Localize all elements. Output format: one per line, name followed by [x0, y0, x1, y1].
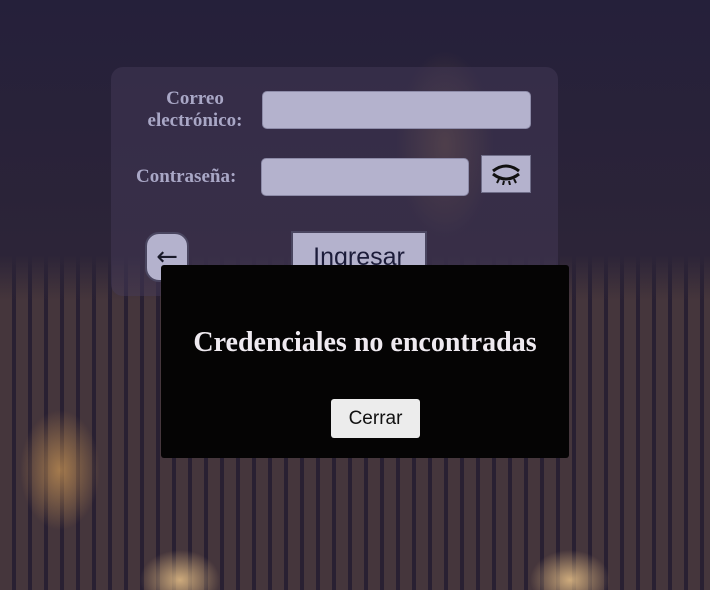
email-label-line2: electrónico:: [147, 110, 243, 131]
email-label-line1: Correo: [166, 88, 224, 109]
email-label: Correo electrónico:: [140, 88, 250, 132]
modal-message: Credenciales no encontradas: [193, 327, 537, 358]
email-input[interactable]: [262, 91, 531, 129]
password-input[interactable]: [261, 158, 469, 196]
eye-closed-icon: [492, 164, 520, 185]
close-button[interactable]: Cerrar: [331, 399, 420, 438]
error-modal: Credenciales no encontradas Cerrar: [161, 265, 569, 458]
password-label: Contraseña:: [136, 166, 237, 187]
toggle-password-button[interactable]: [481, 155, 531, 193]
